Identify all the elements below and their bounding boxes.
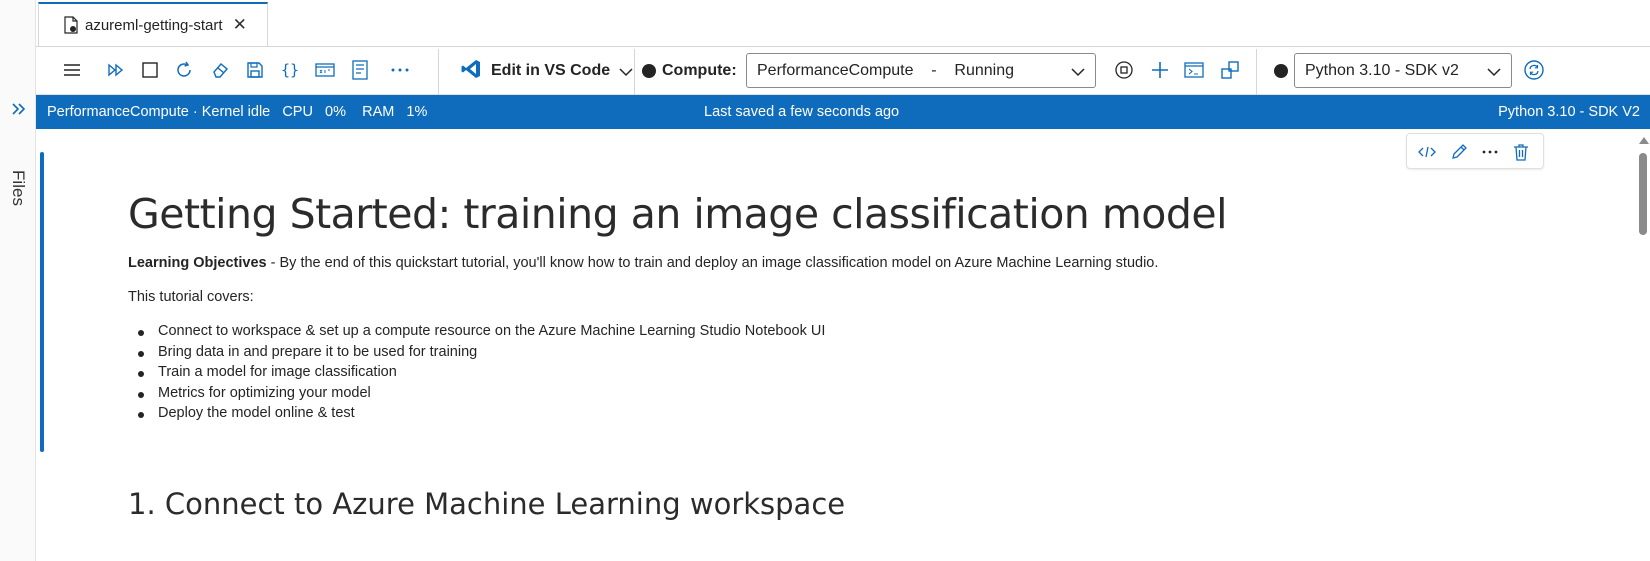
compute-status-dot bbox=[642, 64, 656, 78]
vertical-scrollbar[interactable] bbox=[1636, 129, 1650, 561]
compute-select-value: PerformanceCompute - Running bbox=[757, 62, 1015, 79]
variables-icon[interactable]: {} bbox=[278, 58, 302, 82]
notebook-file-icon bbox=[63, 16, 79, 34]
terminal-icon[interactable] bbox=[1182, 58, 1206, 82]
kernel-status-bar: PerformanceCompute · Kernel idle CPU 0% … bbox=[36, 95, 1650, 129]
tab-label: azureml-getting-start bbox=[85, 16, 223, 34]
learning-objectives: Learning Objectives - By the end of this… bbox=[128, 255, 1158, 271]
list-item: Bring data in and prepare it to be used … bbox=[137, 344, 825, 365]
cell-toolbar bbox=[1406, 133, 1544, 169]
vscode-icon bbox=[460, 58, 482, 84]
restart-icon[interactable] bbox=[172, 58, 196, 82]
files-label: Files bbox=[9, 170, 28, 206]
outline-icon[interactable] bbox=[348, 58, 372, 82]
tutorial-covers-label: This tutorial covers: bbox=[128, 289, 254, 305]
objectives-bold: Learning Objectives bbox=[128, 255, 267, 271]
kernel-name[interactable]: Python 3.10 - SDK V2 bbox=[1498, 104, 1640, 120]
more-icon[interactable] bbox=[388, 58, 412, 82]
toolbar-separator bbox=[438, 49, 439, 95]
list-item: Deploy the model online & test bbox=[137, 405, 825, 426]
run-all-icon[interactable] bbox=[104, 58, 128, 82]
kernel-status-dot bbox=[1274, 64, 1288, 78]
list-item: Train a model for image classification bbox=[137, 364, 825, 385]
scroll-up-arrow[interactable] bbox=[1639, 137, 1649, 144]
chevron-down-icon bbox=[619, 62, 633, 81]
left-rail: Files bbox=[0, 0, 36, 561]
delete-icon[interactable] bbox=[1511, 143, 1531, 161]
clear-outputs-icon[interactable] bbox=[208, 58, 232, 82]
table-of-contents-icon[interactable] bbox=[313, 58, 337, 82]
refresh-kernel-icon[interactable] bbox=[1522, 58, 1546, 82]
notebook-content: Getting Started: training an image class… bbox=[36, 129, 1650, 561]
topics-list: Connect to workspace & set up a compute … bbox=[137, 323, 825, 426]
code-icon[interactable] bbox=[1417, 143, 1437, 161]
compute-select[interactable]: PerformanceCompute - Running bbox=[746, 53, 1096, 88]
objectives-text: - By the end of this quickstart tutorial… bbox=[266, 255, 1159, 271]
files-panel-toggle[interactable]: Files bbox=[2, 158, 34, 218]
save-status: Last saved a few seconds ago bbox=[704, 104, 900, 120]
section-heading: 1. Connect to Azure Machine Learning wor… bbox=[128, 487, 846, 521]
edit-in-vscode-button[interactable]: Edit in VS Code bbox=[460, 54, 633, 88]
save-icon[interactable] bbox=[243, 58, 267, 82]
kernel-select-value: Python 3.10 - SDK v2 bbox=[1305, 62, 1459, 79]
chevron-double-right-icon[interactable] bbox=[10, 100, 28, 118]
stop-icon[interactable] bbox=[138, 58, 162, 82]
compute-label: Compute: bbox=[662, 62, 737, 79]
more-icon[interactable] bbox=[1480, 143, 1500, 161]
chevron-down-icon bbox=[1071, 64, 1085, 82]
chevron-down-icon bbox=[1487, 64, 1501, 82]
stop-compute-icon[interactable] bbox=[1112, 58, 1136, 82]
notebook-toolbar: {} Edit in VS Code Compute: PerformanceC… bbox=[36, 46, 1650, 95]
notebook-title: Getting Started: training an image class… bbox=[128, 190, 1227, 238]
compute-kernel-status: PerformanceCompute · Kernel idle CPU 0% … bbox=[47, 104, 428, 120]
edit-icon[interactable] bbox=[1449, 143, 1469, 161]
menu-icon[interactable] bbox=[60, 58, 84, 82]
scrollbar-thumb[interactable] bbox=[1639, 153, 1647, 235]
kernel-select[interactable]: Python 3.10 - SDK v2 bbox=[1294, 53, 1512, 88]
tab-notebook[interactable]: azureml-getting-start ✕ bbox=[38, 2, 268, 46]
close-icon[interactable]: ✕ bbox=[233, 16, 247, 34]
edit-in-vscode-label: Edit in VS Code bbox=[491, 62, 611, 79]
tab-strip: azureml-getting-start ✕ bbox=[36, 0, 1650, 46]
add-compute-icon[interactable] bbox=[1148, 58, 1172, 82]
toolbar-separator bbox=[1256, 49, 1257, 95]
list-item: Metrics for optimizing your model bbox=[137, 385, 825, 406]
toolbar-separator bbox=[634, 49, 635, 95]
svg-text:{}: {} bbox=[281, 61, 299, 79]
active-cell-indicator bbox=[40, 152, 44, 452]
switch-compute-icon[interactable] bbox=[1218, 58, 1242, 82]
list-item: Connect to workspace & set up a compute … bbox=[137, 323, 825, 344]
